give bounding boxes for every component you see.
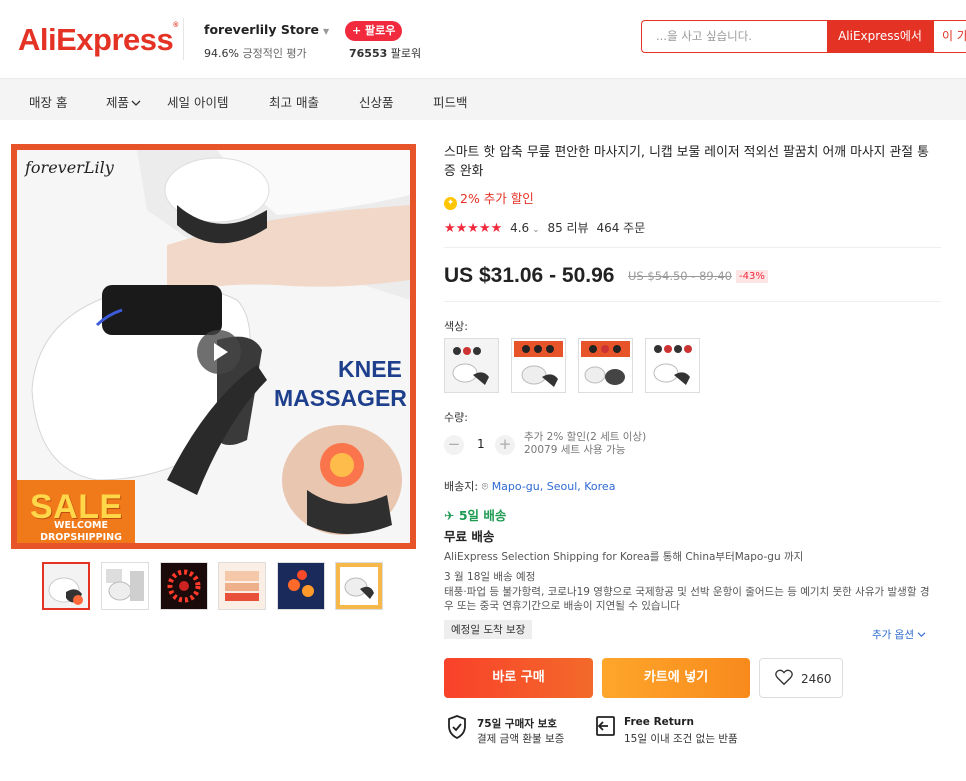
- quantity-value[interactable]: 1: [477, 437, 485, 451]
- nav-sale-items[interactable]: 세일 아이템: [167, 92, 228, 111]
- shipping-description: AliExpress Selection Shipping for Korea를…: [444, 551, 804, 563]
- nav-top-selling[interactable]: 최고 매출: [269, 92, 319, 111]
- swatch-image: [579, 339, 632, 392]
- thumbnail-image: [102, 563, 148, 609]
- star-rating-icon: ★★★★★: [444, 221, 503, 236]
- thumbnail-image: [219, 563, 265, 609]
- brand-mark: foreverLily: [25, 158, 114, 177]
- more-options-link[interactable]: 추가 옵션: [872, 627, 926, 642]
- main-product-image[interactable]: foreverLily KNEE MASSAGER SALE WELCOME DRO…: [11, 144, 416, 549]
- nav-new-arrivals[interactable]: 신상품: [359, 92, 394, 111]
- rating-row: ★★★★★ 4.6 ⌄ 85 리뷰 464 주문: [444, 219, 645, 236]
- swatch-image: [445, 339, 498, 392]
- store-nav: 매장 홈 제품 세일 아이템 최고 매출 신상품 피드백: [0, 78, 966, 120]
- sale-subtext: WELCOME DROPSHIPPING: [40, 520, 122, 543]
- nav-store-home[interactable]: 매장 홈: [29, 92, 67, 111]
- color-option-3[interactable]: [578, 338, 633, 393]
- extra-discount-badge: ✦ 2% 추가 할인: [444, 188, 534, 210]
- store-rating: 94.6% 긍정적인 평가: [204, 47, 307, 60]
- free-return-subtitle: 15일 이내 조건 없는 반품: [624, 733, 738, 745]
- swatch-image: [512, 339, 565, 392]
- search-input[interactable]: ...을 사고 싶습니다.: [641, 20, 828, 53]
- divider: [444, 301, 941, 302]
- plane-icon: ✈: [444, 508, 455, 523]
- search-store-button[interactable]: 이 가: [933, 20, 966, 53]
- return-icon: [596, 716, 615, 736]
- review-count[interactable]: 85 리뷰: [547, 221, 588, 235]
- price-range: US $31.06 - 50.96: [444, 264, 615, 287]
- header-divider: [183, 18, 184, 60]
- thumbnail-image: [278, 563, 324, 609]
- coin-icon: ✦: [444, 197, 457, 210]
- nav-feedback[interactable]: 피드백: [433, 92, 468, 111]
- discount-percent: -43%: [736, 270, 768, 283]
- swatch-image: [646, 339, 699, 392]
- heart-icon: [775, 669, 793, 686]
- color-option-1[interactable]: [444, 338, 499, 393]
- followers-count: 76553 팔로워: [349, 47, 422, 60]
- ship-to-location-link[interactable]: Mapo-gu, Seoul, Korea: [492, 480, 616, 493]
- location-pin-icon: ⌾: [481, 480, 489, 493]
- divider: [444, 247, 941, 248]
- ship-to: 배송지: ⌾ Mapo-gu, Seoul, Korea: [444, 480, 616, 493]
- shield-check-icon: [448, 715, 466, 739]
- wishlist-count: 2460: [801, 672, 832, 686]
- shipping-date: 3 월 18일 배송 예정: [444, 571, 536, 583]
- quantity-note: 추가 2% 할인(2 세트 이상) 20079 세트 사용 가능: [524, 431, 647, 456]
- chevron-down-icon: [917, 632, 926, 638]
- thumbnail-3[interactable]: [160, 562, 208, 610]
- aliexpress-logo[interactable]: AliExpress®: [18, 22, 178, 58]
- thumbnail-image: [336, 563, 382, 609]
- store-name[interactable]: foreverlily Store ▼: [204, 22, 329, 37]
- thumbnail-6[interactable]: [335, 562, 383, 610]
- buyer-protection-subtitle: 결제 금액 환불 보증: [477, 733, 565, 745]
- search-aliexpress-button[interactable]: AliExpress에서: [827, 20, 933, 53]
- quantity-increase-button[interactable]: +: [495, 435, 515, 455]
- thumbnail-5[interactable]: [277, 562, 325, 610]
- buyer-protection-title: 75일 구매자 보호: [477, 718, 557, 730]
- thumbnail-4[interactable]: [218, 562, 266, 610]
- thumbnail-2[interactable]: [101, 562, 149, 610]
- rating-value[interactable]: 4.6: [510, 221, 529, 235]
- arrival-guarantee-badge: 예정일 도착 보장: [444, 620, 533, 639]
- free-return-title: Free Return: [624, 716, 694, 728]
- image-headline: KNEE MASSAGER: [274, 356, 407, 411]
- follow-button[interactable]: + 팔로우: [345, 21, 403, 41]
- wishlist-button[interactable]: 2460: [759, 658, 843, 698]
- buy-now-button[interactable]: 바로 구매: [444, 658, 593, 698]
- order-count: 464 주문: [596, 221, 646, 235]
- delivery-days: ✈ 5일 배송: [444, 508, 507, 523]
- thumbnail-1[interactable]: [42, 562, 90, 610]
- site-header: AliExpress® foreverlily Store ▼ 94.6% 긍정적…: [0, 0, 966, 78]
- play-video-button[interactable]: [197, 330, 241, 374]
- add-to-cart-button[interactable]: 카트에 넣기: [602, 658, 750, 698]
- nav-products[interactable]: 제품: [106, 92, 141, 111]
- quantity-decrease-button[interactable]: −: [444, 435, 464, 455]
- product-title: 스마트 핫 압축 무릎 편안한 마사지기, 니캡 보물 레이저 적외선 팔꿈치 …: [444, 145, 929, 179]
- shipping-warning: 태풍·파업 등 불가항력, 코로나19 영향으로 국제항공 및 선박 운항이 줄…: [444, 586, 930, 612]
- chevron-down-icon: [131, 100, 141, 106]
- thumbnail-image: [44, 564, 88, 608]
- quantity-label: 수량:: [444, 411, 468, 424]
- chevron-down-icon: ⌄: [529, 225, 540, 235]
- color-label: 색상:: [444, 320, 468, 333]
- original-price: US $54.50 - 89.40: [628, 269, 732, 283]
- caret-down-icon: ▼: [323, 27, 330, 36]
- color-option-4[interactable]: [645, 338, 700, 393]
- color-option-2[interactable]: [511, 338, 566, 393]
- thumbnail-image: [161, 563, 207, 609]
- free-shipping: 무료 배송: [444, 529, 495, 544]
